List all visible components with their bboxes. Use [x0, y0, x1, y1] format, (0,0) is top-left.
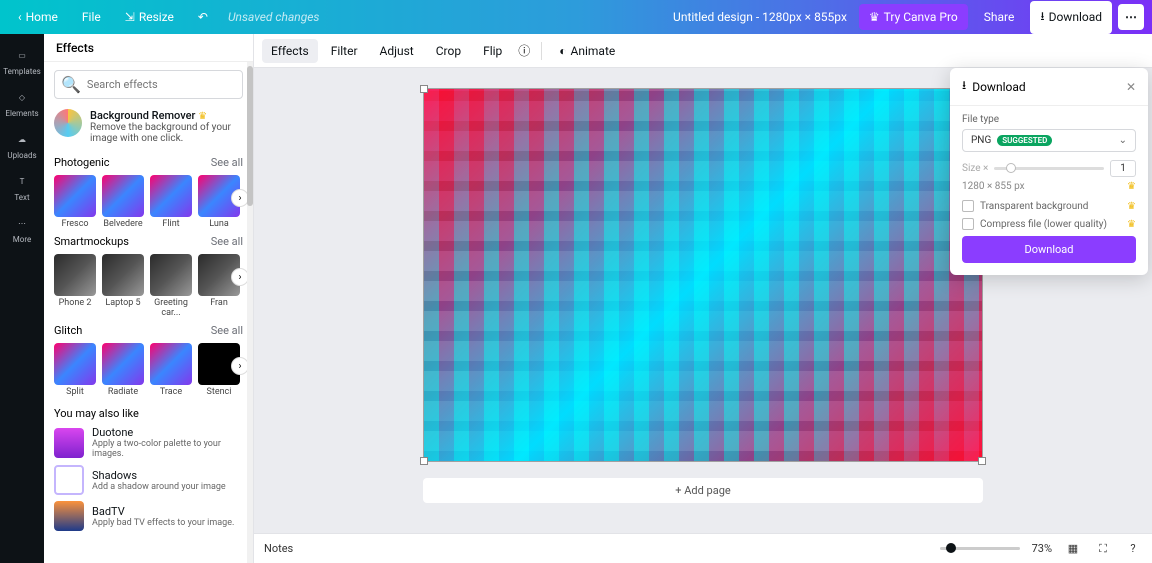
tab-effects[interactable]: Effects [262, 39, 318, 63]
animate-button[interactable]: ◐Animate [550, 39, 624, 63]
try-pro-button[interactable]: ♛Try Canva Pro [859, 4, 968, 30]
effects-panel: Effects 🔍 Background Remover ♛ Remove th… [44, 34, 254, 563]
zoom-slider[interactable] [940, 547, 1020, 550]
tab-flip[interactable]: Flip [474, 39, 511, 63]
unsaved-label: Unsaved changes [228, 10, 319, 24]
crown-icon: ♛ [1127, 181, 1136, 192]
templates-icon: ▭ [13, 47, 31, 65]
close-icon: ✕ [1126, 80, 1136, 94]
download-icon: ⭳ [962, 76, 966, 97]
rail-uploads[interactable]: ☁Uploads [0, 124, 44, 166]
also-like-title: You may also like [54, 407, 139, 420]
resize-icon: ⇲ [125, 10, 135, 24]
uploads-icon: ☁ [13, 131, 31, 149]
download-icon: ⭳ [1040, 7, 1044, 28]
elements-icon: ◇ [13, 89, 31, 107]
grid-view-button[interactable]: ▦ [1064, 540, 1082, 558]
cat-glitch: Glitch [54, 324, 82, 337]
effect-trace[interactable] [150, 343, 192, 385]
zoom-value: 73% [1032, 542, 1052, 555]
bg-remover-card[interactable]: Background Remover ♛ Remove the backgrou… [54, 109, 243, 144]
download-button[interactable]: ⭳Download [1030, 1, 1112, 34]
cat-photogenic: Photogenic [54, 156, 110, 169]
undo-icon: ↶ [198, 10, 208, 24]
see-all-smartmockups[interactable]: See all [211, 235, 243, 248]
file-type-label: File type [962, 114, 1136, 125]
share-button[interactable]: Share [974, 4, 1025, 30]
download-confirm-button[interactable]: Download [962, 236, 1136, 263]
canvas-page[interactable] [423, 88, 983, 462]
tab-adjust[interactable]: Adjust [371, 39, 423, 63]
file-menu[interactable]: File [72, 4, 111, 30]
crown-icon: ♛ [869, 10, 880, 24]
effect-belvedere[interactable] [102, 175, 144, 217]
rail-more[interactable]: ⋯More [0, 208, 44, 250]
effect-split[interactable] [54, 343, 96, 385]
chevron-left-icon: ‹ [18, 10, 22, 24]
size-slider[interactable] [994, 167, 1104, 170]
also-badtv[interactable]: BadTVApply bad TV effects to your image. [54, 501, 243, 531]
chevron-down-icon: ⌄ [1119, 135, 1127, 146]
search-input[interactable] [87, 78, 236, 91]
bg-remover-icon [54, 109, 82, 137]
nav-rail: ▭Templates ◇Elements ☁Uploads TText ⋯Mor… [0, 34, 44, 563]
size-value[interactable]: 1 [1110, 160, 1136, 177]
animate-icon: ◐ [559, 44, 566, 58]
help-button[interactable]: ? [1124, 540, 1142, 558]
help-icon: ? [1130, 542, 1135, 555]
status-bar: Notes 73% ▦ ⛶ ? [254, 533, 1152, 563]
transparent-checkbox[interactable] [962, 200, 974, 212]
tab-crop[interactable]: Crop [427, 39, 470, 63]
more-icon: ⋯ [13, 215, 31, 233]
resize-button[interactable]: ⇲Resize [115, 4, 184, 30]
more-button[interactable]: ⋯ [1118, 4, 1144, 30]
file-type-select[interactable]: PNG SUGGESTED ⌄ [962, 129, 1136, 152]
close-button[interactable]: ✕ [1126, 80, 1136, 94]
rail-elements[interactable]: ◇Elements [0, 82, 44, 124]
grid-icon: ▦ [1068, 542, 1078, 555]
effect-radiate[interactable] [102, 343, 144, 385]
image-toolbar: Effects Filter Adjust Crop Flip ⓘ ◐Anima… [254, 34, 1152, 68]
mockup-phone2[interactable] [54, 254, 96, 296]
undo-button[interactable]: ↶ [188, 4, 218, 30]
size-label: Size × [962, 163, 988, 174]
text-icon: T [13, 173, 31, 191]
mockup-laptop5[interactable] [102, 254, 144, 296]
rail-text[interactable]: TText [0, 166, 44, 208]
see-all-photogenic[interactable]: See all [211, 156, 243, 169]
info-button[interactable]: ⓘ [515, 42, 533, 60]
effects-panel-title: Effects [44, 34, 253, 62]
also-duotone[interactable]: DuotoneApply a two-color palette to your… [54, 426, 243, 459]
search-icon: 🔍 [61, 75, 81, 94]
tab-filter[interactable]: Filter [322, 39, 367, 63]
effect-flint[interactable] [150, 175, 192, 217]
crown-icon: ♛ [1127, 201, 1136, 212]
see-all-glitch[interactable]: See all [211, 324, 243, 337]
crown-icon: ♛ [1127, 219, 1136, 230]
also-shadows[interactable]: ShadowsAdd a shadow around your image [54, 465, 243, 495]
dimensions-label: 1280 × 855 px [962, 181, 1025, 192]
fullscreen-button[interactable]: ⛶ [1094, 540, 1112, 558]
topbar: ‹Home File ⇲Resize ↶ Unsaved changes Unt… [0, 0, 1152, 34]
mockup-greeting[interactable] [150, 254, 192, 296]
download-popover: ⭳ Download ✕ File type PNG SUGGESTED ⌄ S… [950, 68, 1148, 275]
fullscreen-icon: ⛶ [1099, 542, 1107, 556]
sidepanel-scrollbar[interactable] [247, 62, 253, 563]
crown-icon: ♛ [198, 111, 207, 122]
effect-fresco[interactable] [54, 175, 96, 217]
compress-checkbox[interactable] [962, 218, 974, 230]
cat-smartmockups: Smartmockups [54, 235, 129, 248]
download-title: Download [972, 80, 1025, 94]
back-button[interactable]: ‹Home [8, 4, 68, 30]
notes-button[interactable]: Notes [264, 542, 293, 555]
design-title[interactable]: Untitled design - 1280px × 855px [673, 10, 847, 24]
info-icon: ⓘ [518, 42, 530, 59]
add-page-button[interactable]: + Add page [423, 478, 983, 503]
suggested-badge: SUGGESTED [997, 135, 1052, 146]
search-effects[interactable]: 🔍 [54, 70, 243, 99]
rail-templates[interactable]: ▭Templates [0, 40, 44, 82]
